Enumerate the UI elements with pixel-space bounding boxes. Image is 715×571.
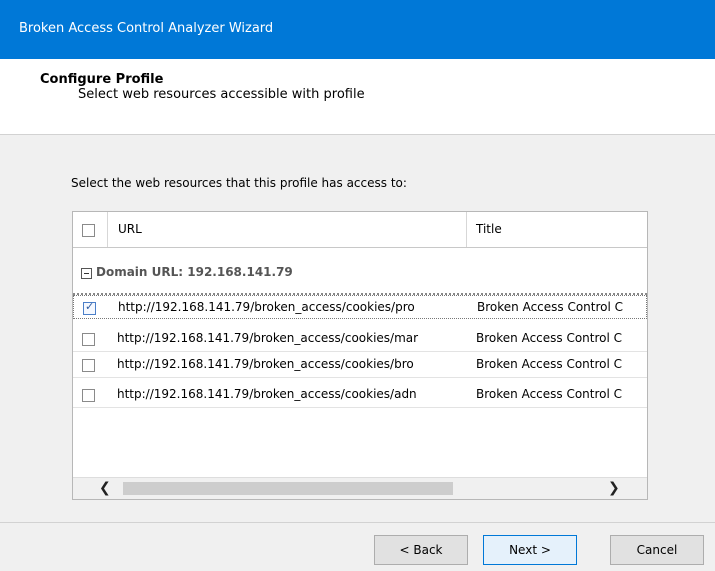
table-row[interactable]: http://192.168.141.79/broken_access/cook… (73, 327, 647, 352)
domain-group-row[interactable]: Domain URL: 192.168.141.79 (73, 257, 647, 295)
grid-header: URL Title (73, 212, 647, 248)
row-title: Broken Access Control C (476, 357, 623, 371)
column-header-title[interactable]: Title (476, 222, 502, 236)
column-header-url[interactable]: URL (118, 222, 142, 236)
cancel-button[interactable]: Cancel (610, 535, 704, 565)
table-row[interactable]: http://192.168.141.79/broken_access/cook… (73, 353, 647, 378)
instruction-text: Select the web resources that this profi… (71, 176, 407, 190)
resources-grid[interactable]: URL Title Domain URL: 192.168.141.79 htt… (72, 211, 648, 500)
scroll-right-icon[interactable]: ❯ (608, 480, 620, 496)
row-checkbox[interactable] (82, 333, 95, 346)
row-url: http://192.168.141.79/broken_access/cook… (117, 357, 414, 371)
scrollbar-thumb[interactable] (123, 482, 453, 495)
row-url: http://192.168.141.79/broken_access/cook… (117, 331, 419, 345)
back-button[interactable]: < Back (374, 535, 468, 565)
row-title: Broken Access Control C (477, 300, 624, 314)
window-titlebar: Broken Access Control Analyzer Wizard (0, 0, 715, 59)
next-button[interactable]: Next > (483, 535, 577, 565)
column-divider (107, 212, 108, 247)
row-checkbox[interactable] (83, 300, 96, 315)
collapse-icon[interactable] (81, 268, 92, 279)
page-title: Configure Profile (40, 72, 164, 87)
horizontal-scrollbar[interactable]: ❮ ❯ (73, 477, 647, 499)
column-divider[interactable] (466, 212, 467, 247)
select-all-checkbox[interactable] (82, 224, 95, 237)
scroll-left-icon[interactable]: ❮ (99, 480, 111, 496)
table-row[interactable]: http://192.168.141.79/broken_access/cook… (73, 295, 647, 319)
row-checkbox[interactable] (82, 389, 95, 402)
row-title: Broken Access Control C (476, 331, 623, 345)
page-subtitle: Select web resources accessible with pro… (78, 87, 365, 102)
row-checkbox[interactable] (82, 359, 95, 372)
row-url: http://192.168.141.79/broken_access/cook… (118, 300, 415, 314)
table-row[interactable]: http://192.168.141.79/broken_access/cook… (73, 383, 647, 408)
footer-divider (0, 522, 715, 523)
domain-group-label: Domain URL: 192.168.141.79 (96, 265, 293, 279)
wizard-header: Configure Profile Select web resources a… (0, 59, 715, 135)
row-title: Broken Access Control C (476, 387, 623, 401)
row-url: http://192.168.141.79/broken_access/cook… (117, 387, 417, 401)
window-title: Broken Access Control Analyzer Wizard (19, 21, 274, 36)
